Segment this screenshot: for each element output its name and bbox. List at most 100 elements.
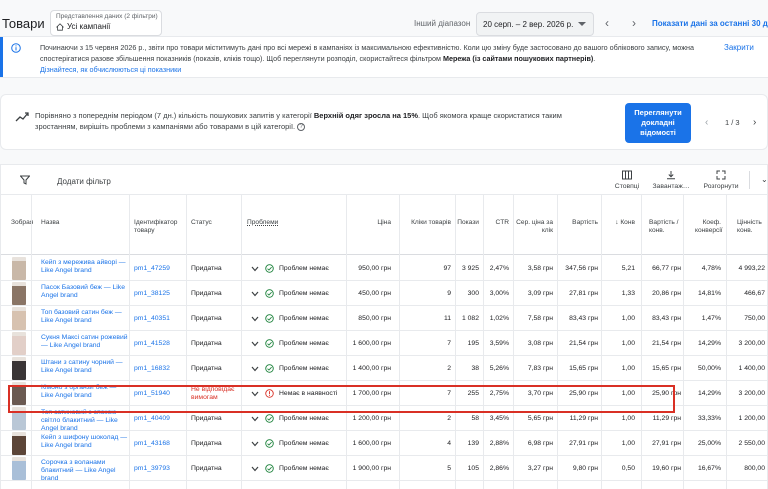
- col-cost[interactable]: Вартість: [556, 219, 598, 227]
- cell-ctr: 2,47%: [489, 265, 509, 272]
- chevron-left-icon[interactable]: ‹: [705, 117, 708, 128]
- product-id[interactable]: pm1_43168: [134, 440, 170, 447]
- product-id[interactable]: pm1_16832: [134, 365, 170, 372]
- download-button[interactable]: Завантаж…: [647, 170, 695, 190]
- table-row[interactable]: Кімоно з органзи беж — Like Angel brand p…: [1, 381, 768, 406]
- product-name-link[interactable]: Кімоно з органзи беж — Like Angel brand: [41, 384, 129, 400]
- table-row[interactable]: Сорочка з воланами блакитний — Like Ange…: [1, 456, 768, 483]
- columns-button[interactable]: Стовпці: [603, 170, 651, 190]
- col-cost-per-conv[interactable]: Вартість / конв.: [649, 219, 691, 235]
- product-name-link[interactable]: Топ базовий сатин беж — Like Angel brand: [41, 309, 129, 325]
- product-id[interactable]: pm1_41528: [134, 340, 170, 347]
- add-filter-button[interactable]: Додати фільтр: [57, 177, 111, 186]
- product-thumbnail[interactable]: [12, 257, 26, 280]
- view-selector[interactable]: Представлення даних (2 фільтри) Усі камп…: [50, 10, 162, 36]
- expand-button[interactable]: Розгорнути: [697, 170, 745, 190]
- table-row[interactable]: Штани з сатину чорний — Like Angel brand…: [1, 356, 768, 381]
- chevron-down-icon[interactable]: [251, 366, 259, 372]
- product-id[interactable]: pm1_38125: [134, 290, 170, 297]
- product-name-link[interactable]: Сорочка з воланами блакитний — Like Ange…: [41, 459, 129, 483]
- col-name[interactable]: Назва: [41, 219, 59, 227]
- table-row[interactable]: Топ базовий сатин беж — Like Angel brand…: [1, 306, 768, 331]
- product-name-link[interactable]: Кейп з мереживa айворі — Like Angel bran…: [41, 259, 129, 275]
- chevron-down-icon[interactable]: [251, 291, 259, 297]
- cell-ctr: 2,88%: [489, 440, 509, 447]
- product-name-link[interactable]: Пасок Базовий беж — Like Angel brand: [41, 284, 129, 300]
- col-conv-rate[interactable]: Коеф. конверсії: [695, 219, 723, 235]
- chevron-left-icon[interactable]: ‹: [601, 17, 613, 29]
- date-range-picker[interactable]: 20 серп. – 2 вер. 2026 р.: [476, 12, 594, 36]
- product-thumbnail[interactable]: [12, 407, 26, 430]
- cell-impr: 300: [467, 290, 479, 297]
- show-last-30-days-link[interactable]: Показати дані за останні 30 днів: [652, 19, 768, 28]
- product-thumbnail[interactable]: [12, 282, 26, 305]
- cell-ctr: 3,00%: [489, 290, 509, 297]
- cell-conv-rate: 1,47%: [701, 315, 721, 322]
- cell-cost: 9,80 грн: [572, 465, 598, 472]
- cell-cost: 25,90 грн: [569, 390, 598, 397]
- col-conversions[interactable]: ↓ Конв: [603, 219, 635, 227]
- col-id[interactable]: Ідентифікатор товару: [134, 219, 184, 235]
- table-row[interactable]: Кейп з шифону шоколад — Like Angel brand…: [1, 431, 768, 456]
- cell-price: 950,00 грн: [358, 265, 391, 272]
- more-chevron-icon[interactable]: ⌄: [761, 175, 768, 184]
- product-thumbnail[interactable]: [12, 432, 26, 455]
- product-thumbnail[interactable]: [12, 382, 26, 405]
- table-row[interactable]: Топ сатиновий з спокою світло блакитний …: [1, 406, 768, 433]
- chevron-down-icon[interactable]: [251, 391, 259, 397]
- product-name-link[interactable]: Штани з сатину чорний — Like Angel brand: [41, 359, 129, 375]
- close-notice-button[interactable]: Закрити: [724, 43, 754, 52]
- cell-cost-conv: 27,91 грн: [652, 440, 681, 447]
- cell-value: 1 200,00: [738, 415, 765, 422]
- date-range-value: 20 серп. – 2 вер. 2026 р.: [483, 19, 574, 29]
- chevron-down-icon[interactable]: [251, 441, 259, 447]
- chevron-right-icon[interactable]: ›: [753, 117, 756, 128]
- product-name-link[interactable]: Топ сатиновий з спокою світло блакитний …: [41, 409, 129, 433]
- cell-price: 1 200,00 грн: [352, 415, 391, 422]
- cell-clicks: 5: [447, 465, 451, 472]
- view-details-button[interactable]: Переглянути докладні відомості: [625, 103, 691, 143]
- chevron-down-icon[interactable]: [251, 416, 259, 422]
- col-issues[interactable]: Проблеми: [247, 219, 278, 227]
- chevron-right-icon[interactable]: ›: [628, 17, 640, 29]
- col-price[interactable]: Ціна: [341, 219, 391, 227]
- col-status[interactable]: Статус: [191, 219, 212, 227]
- product-id[interactable]: pm1_40351: [134, 315, 170, 322]
- cell-conv-rate: 14,29%: [697, 390, 721, 397]
- product-name-link[interactable]: Кейп з шифону шоколад — Like Angel brand: [41, 434, 129, 450]
- product-thumbnail[interactable]: [12, 307, 26, 330]
- table-row[interactable]: Пасок Базовий беж — Like Angel brand pm1_…: [1, 281, 768, 306]
- product-thumbnail[interactable]: [12, 332, 26, 355]
- product-id[interactable]: pm1_47259: [134, 265, 170, 272]
- col-conv-value[interactable]: Цінність конв.: [737, 219, 768, 235]
- table-header: Зобрая Назва Ідентифікатор товару Статус…: [1, 195, 768, 255]
- cell-ctr: 3,45%: [489, 415, 509, 422]
- insight-text-body: Порівняно з попереднім періодом (7 дн.) …: [35, 111, 314, 120]
- learn-metrics-link[interactable]: Дізнайтеся, як обчислюються ці показники: [40, 65, 181, 74]
- product-thumbnail[interactable]: [12, 457, 26, 480]
- table-row[interactable]: Кейп з мереживa айворі — Like Angel bran…: [1, 256, 768, 281]
- chevron-down-icon[interactable]: [251, 341, 259, 347]
- check-circle-icon: [265, 314, 274, 323]
- chevron-down-icon[interactable]: [251, 466, 259, 472]
- chevron-down-icon[interactable]: [251, 316, 259, 322]
- table-row[interactable]: Сукня Максі сатин рожевий — Like Angel b…: [1, 331, 768, 356]
- product-name-link[interactable]: Сукня Максі сатин рожевий — Like Angel b…: [41, 334, 129, 350]
- col-ctr[interactable]: CTR: [485, 219, 509, 227]
- product-id[interactable]: pm1_40409: [134, 415, 170, 422]
- cell-clicks: 4: [447, 440, 451, 447]
- col-impressions[interactable]: Покази: [453, 219, 479, 227]
- download-label: Завантаж…: [652, 183, 690, 190]
- col-clicks[interactable]: Кліки товарів: [401, 219, 451, 227]
- cell-impr: 139: [467, 440, 479, 447]
- product-id[interactable]: pm1_39793: [134, 465, 170, 472]
- chevron-down-icon[interactable]: [251, 266, 259, 272]
- arrow-down-icon: ↓: [615, 219, 619, 226]
- product-thumbnail[interactable]: [12, 357, 26, 380]
- help-icon[interactable]: ?: [297, 123, 306, 132]
- col-cpc[interactable]: Сер. ціна за клік: [513, 219, 553, 235]
- cell-cpc: 5,65 грн: [527, 415, 553, 422]
- cell-ctr: 3,59%: [489, 340, 509, 347]
- product-id[interactable]: pm1_51940: [134, 390, 170, 397]
- filter-icon[interactable]: [20, 175, 30, 185]
